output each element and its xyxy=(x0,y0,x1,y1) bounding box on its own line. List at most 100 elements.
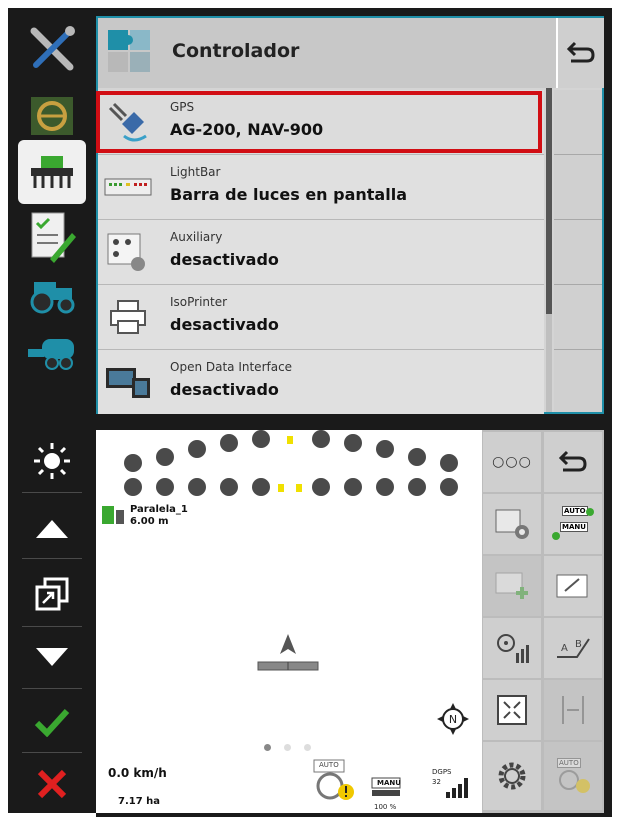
map-back-button[interactable] xyxy=(544,432,602,492)
lightbar-label: LightBar xyxy=(170,165,221,179)
svg-text:A: A xyxy=(561,643,568,654)
cancel-button[interactable] xyxy=(8,758,96,810)
shift-line-icon xyxy=(562,696,584,724)
implement-name: Paralela_1 xyxy=(130,504,188,515)
sidebar-divider xyxy=(22,688,82,689)
auto-manu-icon: AUTO MANU xyxy=(550,504,596,544)
ab-arrow-icon: A B xyxy=(557,638,590,658)
svg-text:N: N xyxy=(449,713,457,726)
recenter-button[interactable] xyxy=(483,618,541,678)
list-item-auxiliary[interactable]: Auxiliary desactivado xyxy=(98,220,544,285)
speed-readout: 0.0 km/h xyxy=(108,766,167,780)
top-border xyxy=(96,8,612,16)
softkey-1[interactable] xyxy=(554,90,602,155)
north-compass-icon[interactable]: N xyxy=(436,702,470,736)
confirm-button[interactable] xyxy=(8,694,96,750)
map-gear-icon xyxy=(495,509,529,539)
sidebar-divider xyxy=(22,626,82,627)
scroll-up-button[interactable] xyxy=(8,500,96,556)
sidebar-divider xyxy=(22,558,82,559)
trailer-button[interactable] xyxy=(8,322,96,380)
section-dot xyxy=(124,454,142,472)
map-settings-button[interactable] xyxy=(483,494,541,554)
ab-line-icon xyxy=(556,574,588,598)
lightbar-icon xyxy=(104,165,152,209)
ab-mode-button[interactable]: A B xyxy=(544,618,602,678)
right-border xyxy=(604,8,612,813)
tractor-implement-button[interactable] xyxy=(8,86,96,146)
auto-manu-toggle-button[interactable]: AUTO MANU xyxy=(544,494,602,554)
fullscreen-button[interactable] xyxy=(483,680,541,740)
softkey-4[interactable] xyxy=(554,285,602,350)
tractor-button[interactable] xyxy=(8,266,96,322)
tractor-icon xyxy=(30,282,75,314)
auxiliary-icon xyxy=(104,230,152,274)
sidebar-divider xyxy=(22,752,82,753)
gps-mode: DGPS xyxy=(432,768,452,776)
section-separator xyxy=(96,414,612,430)
data-interface-icon xyxy=(104,360,152,404)
implement-settings-button-active[interactable] xyxy=(18,140,86,204)
tools-menu-button[interactable] xyxy=(8,18,96,80)
sidebar-divider xyxy=(22,492,82,493)
scroll-down-button[interactable] xyxy=(8,630,96,686)
section-dot xyxy=(344,434,362,452)
area-readout: 7.17 ha xyxy=(118,796,161,807)
isoprinter-label: IsoPrinter xyxy=(170,295,228,309)
center-marker xyxy=(278,484,284,492)
gear-icon xyxy=(498,762,526,790)
arrow-up-icon xyxy=(36,520,68,538)
section-dot xyxy=(220,434,238,452)
shift-line-button[interactable] xyxy=(544,680,602,740)
implement-width: 6.00 m xyxy=(130,516,169,527)
list-scroll-thumb[interactable] xyxy=(546,88,552,314)
open-data-interface-value: desactivado xyxy=(170,380,279,399)
implement-icon xyxy=(100,502,128,528)
sun-icon xyxy=(34,443,70,479)
checklist-edit-icon xyxy=(31,212,76,263)
more-options-label: ○○○ xyxy=(492,454,532,470)
brightness-button[interactable] xyxy=(8,434,96,488)
softkey-5[interactable] xyxy=(554,350,602,412)
bottom-border xyxy=(96,813,612,817)
printer-icon xyxy=(104,295,152,339)
section-dot xyxy=(312,478,330,496)
section-dot xyxy=(408,448,426,466)
more-options-button[interactable]: ○○○ xyxy=(483,432,541,492)
page-indicator-active xyxy=(264,744,271,751)
auto-warning-button[interactable]: AUTO xyxy=(544,742,602,810)
panel-back-button[interactable] xyxy=(556,18,604,88)
open-data-interface-label: Open Data Interface xyxy=(170,360,293,374)
satellite-count: 32 xyxy=(432,778,441,786)
section-dot xyxy=(188,440,206,458)
position-chart-icon xyxy=(497,634,529,663)
task-document-button[interactable] xyxy=(8,206,96,268)
guidance-line-button[interactable] xyxy=(544,556,602,616)
tank-trailer-icon xyxy=(28,339,74,370)
section-dot xyxy=(312,430,330,448)
lightbar-value: Barra de luces en pantalla xyxy=(170,185,407,204)
puzzle-icon xyxy=(104,24,154,80)
settings-button[interactable] xyxy=(483,742,541,810)
back-arrow-icon xyxy=(566,41,595,63)
softkey-2[interactable] xyxy=(554,155,602,220)
softkey-3[interactable] xyxy=(554,220,602,285)
section-dot xyxy=(408,478,426,496)
back-arrow-icon xyxy=(558,450,587,472)
auto-warning-icon: AUTO xyxy=(553,756,593,796)
section-control-status[interactable]: MANU xyxy=(370,776,402,802)
add-boundary-button[interactable] xyxy=(483,556,541,616)
list-item-lightbar[interactable]: LightBar Barra de luces en pantalla xyxy=(98,155,544,220)
switch-window-button[interactable] xyxy=(8,564,96,624)
vehicle-position-marker xyxy=(256,632,320,674)
auxiliary-label: Auxiliary xyxy=(170,230,223,244)
checkmark-icon xyxy=(34,708,70,737)
section-dot xyxy=(156,448,174,466)
section-dot xyxy=(376,478,394,496)
auto-steer-status[interactable]: AUTO xyxy=(312,758,358,802)
auto-steer-label: AUTO xyxy=(319,761,339,769)
expand-icon xyxy=(497,695,527,725)
list-item-isoprinter[interactable]: IsoPrinter desactivado xyxy=(98,285,544,350)
list-item-open-data-interface[interactable]: Open Data Interface desactivado xyxy=(98,350,544,414)
section-dot xyxy=(376,440,394,458)
